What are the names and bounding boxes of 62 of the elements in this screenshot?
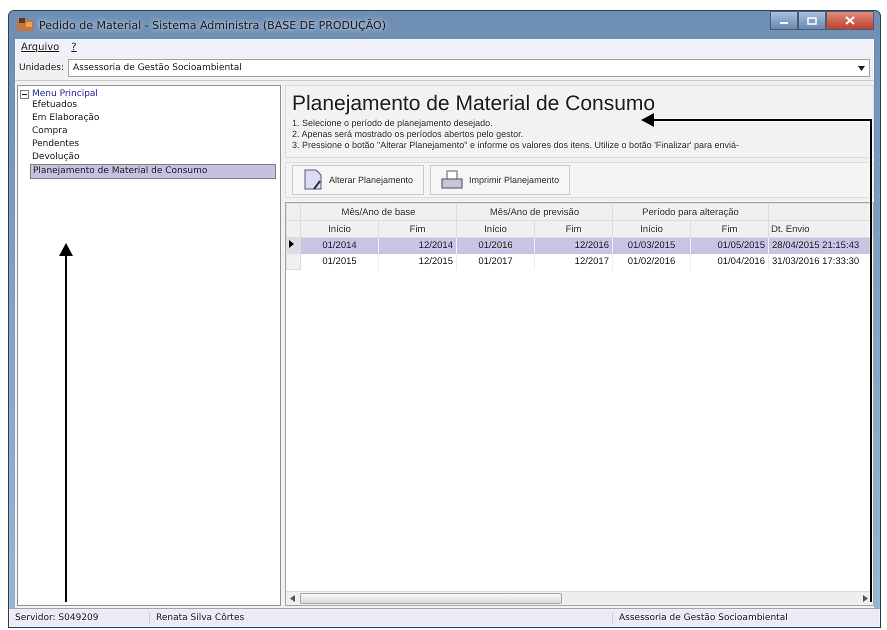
header-cell — [286, 220, 300, 238]
tree-item[interactable]: Compra — [30, 125, 278, 138]
column-header[interactable]: Fim — [378, 220, 456, 238]
scrollbar-thumb[interactable] — [300, 593, 562, 604]
app-icon — [17, 18, 33, 32]
table-cell: 31/03/2016 17:33:30 — [768, 254, 872, 270]
table-cell: 01/2015 — [300, 254, 378, 270]
window-title: Pedido de Material - Sistema Administra (BASE DE PRODUÇÃO) — [39, 18, 386, 32]
column-header[interactable]: Início — [456, 220, 534, 238]
collapse-toggle-icon[interactable] — [20, 90, 29, 98]
horizontal-scrollbar[interactable] — [286, 591, 873, 605]
table-cell: 01/05/2015 — [690, 238, 768, 254]
table-cell: 01/2014 — [300, 238, 378, 254]
toolbar-button[interactable]: Imprimir Planejamento — [430, 165, 570, 195]
maximize-icon — [807, 16, 817, 24]
table-cell: 12/2016 — [534, 238, 612, 254]
instruction-text: 1. Selecione o período de planejamento desejado. — [292, 118, 494, 129]
close-icon — [845, 16, 855, 25]
scroll-left-icon[interactable] — [290, 595, 296, 602]
header-cell — [286, 204, 300, 220]
tree-item[interactable]: Em Elaboração — [30, 112, 278, 125]
close-button[interactable] — [826, 11, 874, 30]
printer-icon — [441, 170, 464, 190]
menu-item[interactable]: ? — [71, 42, 77, 53]
instruction-text: 2. Apenas será mostrado os períodos abertos pelo gestor. — [292, 129, 524, 140]
table-cell: 12/2017 — [534, 254, 612, 270]
document-pencil-icon — [303, 169, 323, 191]
row-indicator[interactable] — [286, 238, 300, 254]
table-cell: 01/2017 — [456, 254, 534, 270]
column-group-header: Mês/Ano de base — [300, 204, 456, 220]
status-text: Assessoria de Gestão Socioambiental — [612, 613, 874, 623]
unit-dropdown[interactable]: Assessoria de Gestão Socioambiental — [68, 59, 870, 77]
tree-item[interactable]: Planejamento de Material de Consumo — [30, 164, 276, 179]
tree-item[interactable]: Menu Principal — [32, 89, 98, 99]
toolbar-button[interactable]: Alterar Planejamento — [292, 165, 424, 195]
column-group-header: Período para alteração — [612, 204, 768, 220]
instruction-text: 3. Pressione o botão "Alterar Planejamento" e informe os valores dos itens. Utilize o botão 'Finalizar' para enviá- — [292, 140, 740, 151]
column-header[interactable]: Início — [300, 220, 378, 238]
column-group-header: Mês/Ano de previsão — [456, 204, 612, 220]
menu-item[interactable]: Arquivo — [21, 42, 60, 53]
status-text: Renata Silva Côrtes — [149, 613, 362, 623]
dropdown-arrow-icon — [858, 66, 865, 70]
table-cell: 01/2016 — [456, 238, 534, 254]
table-cell: 12/2014 — [378, 238, 456, 254]
column-header[interactable]: Fim — [534, 220, 612, 238]
maximize-button[interactable] — [798, 11, 826, 30]
tree-item[interactable]: Devolução — [30, 151, 278, 164]
tree-item[interactable]: Efetuados — [30, 99, 278, 112]
table-cell: 01/02/2016 — [612, 254, 690, 270]
tree-item[interactable]: Pendentes — [30, 138, 278, 151]
minimize-button[interactable] — [770, 11, 798, 30]
unit-label: Unidades: — [19, 63, 64, 73]
status-text: Servidor: S049209 — [15, 613, 100, 623]
page-heading: Planejamento de Material de Consumo — [292, 92, 656, 116]
table-cell: 01/04/2016 — [690, 254, 768, 270]
column-header[interactable]: Fim — [690, 220, 768, 238]
column-header[interactable]: Início — [612, 220, 690, 238]
table-cell: 28/04/2015 21:15:43 — [768, 238, 872, 254]
scroll-right-icon[interactable] — [863, 595, 869, 602]
table-cell: 12/2015 — [378, 254, 456, 270]
column-header[interactable]: Dt. Envio — [768, 220, 872, 238]
table-cell: 01/03/2015 — [612, 238, 690, 254]
